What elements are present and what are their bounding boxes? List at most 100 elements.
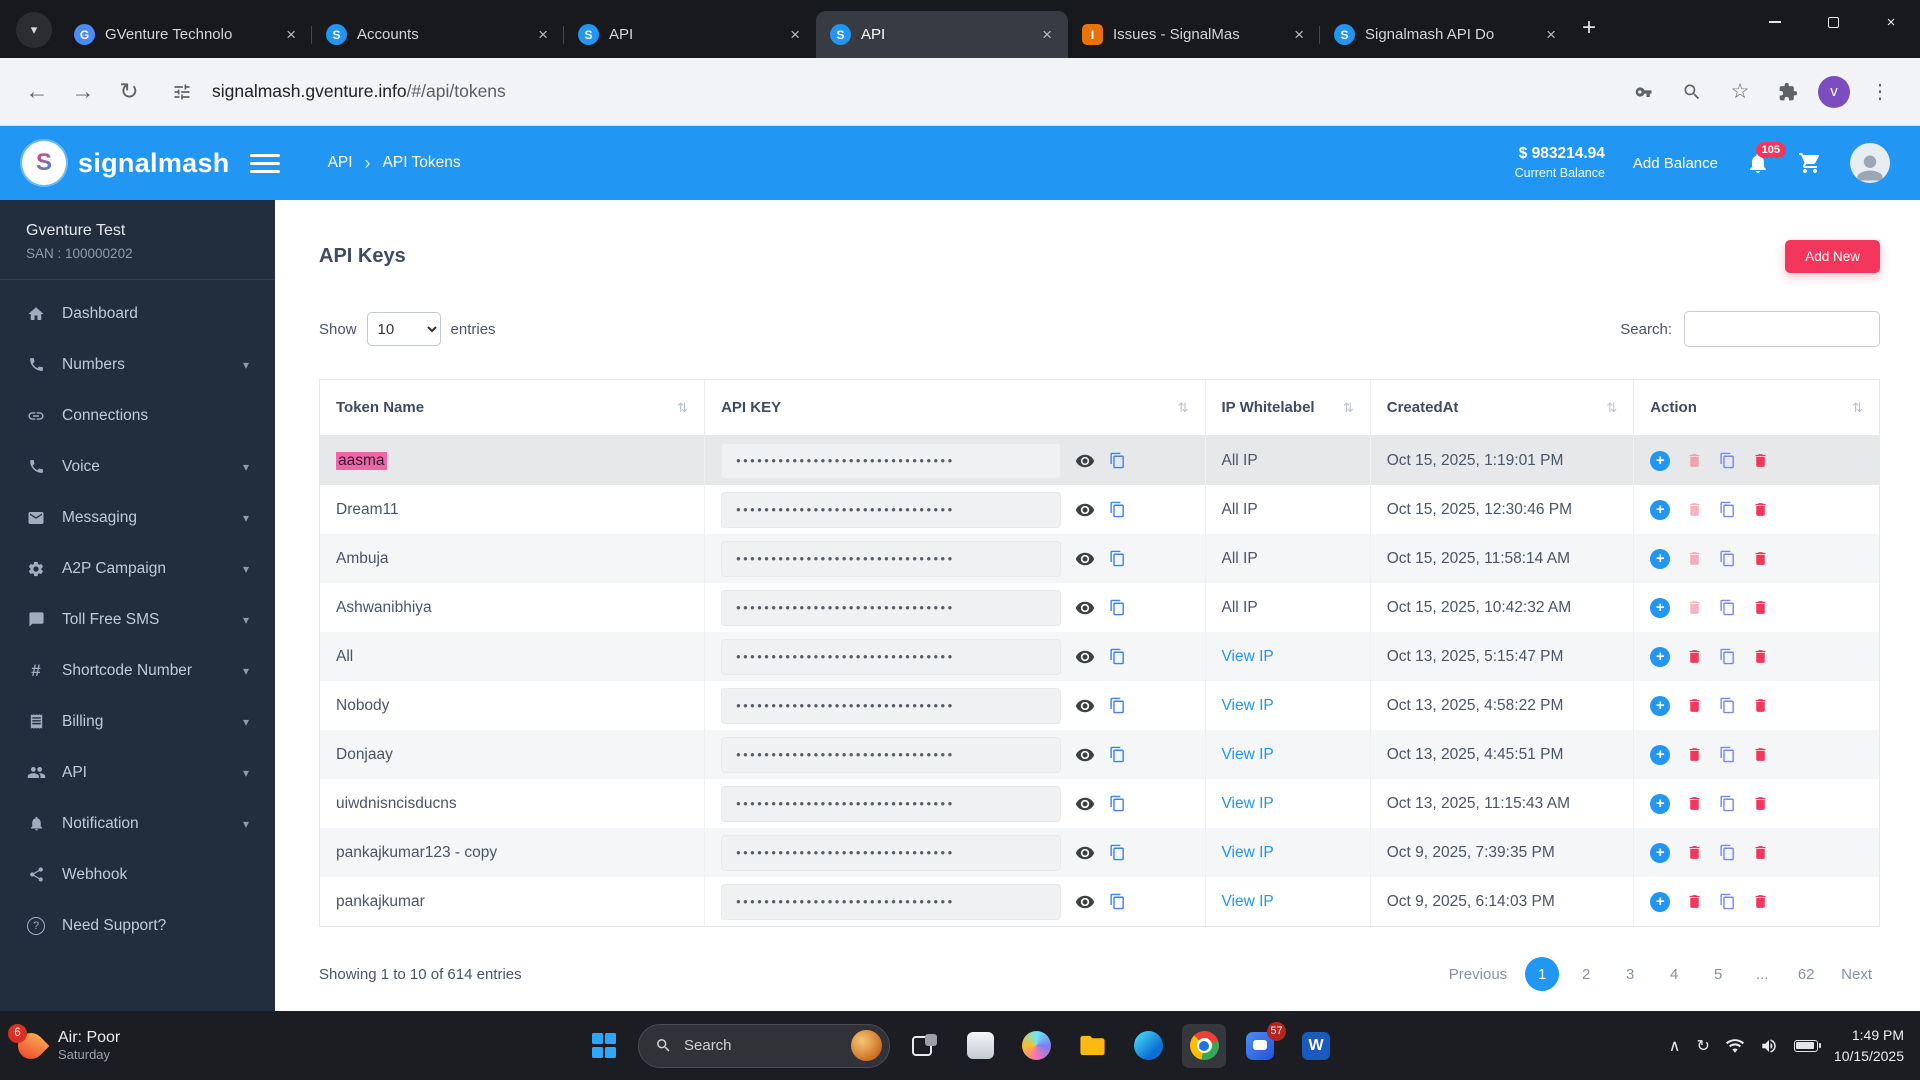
browser-profile-avatar[interactable]: v — [1818, 75, 1850, 108]
duplicate-icon[interactable] — [1719, 795, 1736, 812]
delete-icon[interactable] — [1752, 452, 1769, 469]
tab-close-icon[interactable]: × — [788, 25, 802, 45]
page-button-1[interactable]: 1 — [1525, 957, 1560, 991]
sort-icon[interactable]: ⇅ — [677, 400, 688, 416]
sidebar-item-a2p-campaign[interactable]: A2P Campaign ▾ — [0, 543, 275, 594]
delete-icon[interactable] — [1686, 795, 1703, 812]
user-avatar[interactable] — [1850, 143, 1890, 183]
delete-icon[interactable] — [1686, 844, 1703, 861]
delete-icon[interactable] — [1752, 844, 1769, 861]
copy-key-icon[interactable] — [1109, 795, 1126, 812]
column-header-api-key[interactable]: API KEY ⇅ — [705, 380, 1206, 436]
forward-button[interactable]: → — [62, 71, 104, 113]
tray-chevron-up-icon[interactable]: ∧ — [1669, 1036, 1681, 1056]
start-button[interactable] — [582, 1024, 626, 1068]
sidebar-item-need-support[interactable]: ? Need Support? — [0, 900, 275, 951]
reveal-key-icon[interactable] — [1075, 549, 1095, 569]
update-icon[interactable]: ↻ — [1697, 1036, 1710, 1056]
weather-widget[interactable]: 6 Air: Poor Saturday — [8, 1023, 120, 1064]
reveal-key-icon[interactable] — [1075, 745, 1095, 765]
sort-icon[interactable]: ⇅ — [1606, 400, 1617, 416]
cart-icon[interactable] — [1798, 151, 1822, 175]
delete-icon[interactable] — [1686, 501, 1703, 518]
close-button[interactable]: × — [1862, 0, 1920, 44]
add-action-icon[interactable]: + — [1650, 891, 1671, 912]
word-button[interactable]: W — [1294, 1024, 1338, 1068]
maximize-button[interactable] — [1804, 0, 1862, 44]
reveal-key-icon[interactable] — [1075, 892, 1095, 912]
delete-icon[interactable] — [1686, 452, 1703, 469]
delete-icon[interactable] — [1752, 648, 1769, 665]
back-button[interactable]: ← — [16, 71, 58, 113]
add-balance-link[interactable]: Add Balance — [1633, 155, 1718, 172]
delete-icon[interactable] — [1752, 697, 1769, 714]
copy-key-icon[interactable] — [1109, 648, 1126, 665]
reveal-key-icon[interactable] — [1075, 500, 1095, 520]
duplicate-icon[interactable] — [1719, 844, 1736, 861]
tab-search-button[interactable]: ▾ — [16, 12, 52, 48]
delete-icon[interactable] — [1686, 697, 1703, 714]
copy-key-icon[interactable] — [1109, 550, 1126, 567]
sidebar-item-notification[interactable]: Notification ▾ — [0, 798, 275, 849]
copy-key-icon[interactable] — [1109, 599, 1126, 616]
add-action-icon[interactable]: + — [1650, 744, 1671, 765]
search-zoom-icon[interactable] — [1672, 72, 1712, 112]
sidebar-item-api[interactable]: API ▾ — [0, 747, 275, 798]
reveal-key-icon[interactable] — [1075, 843, 1095, 863]
delete-icon[interactable] — [1752, 599, 1769, 616]
sidebar-item-messaging[interactable]: Messaging ▾ — [0, 492, 275, 543]
add-action-icon[interactable]: + — [1650, 695, 1671, 716]
sort-icon[interactable]: ⇅ — [1852, 400, 1863, 416]
extensions-puzzle-icon[interactable] — [1768, 72, 1808, 112]
page-button-62[interactable]: 62 — [1789, 957, 1823, 991]
browser-menu-icon[interactable]: ⋮ — [1860, 72, 1900, 112]
duplicate-icon[interactable] — [1719, 501, 1736, 518]
view-ip-link[interactable]: View IP — [1222, 746, 1274, 764]
taskbar-clock[interactable]: 1:49 PM 10/15/2025 — [1834, 1025, 1904, 1067]
column-header-action[interactable]: Action ⇅ — [1634, 380, 1879, 436]
address-bar[interactable]: signalmash.gventure.info/#/api/tokens — [154, 74, 1620, 110]
page-button-5[interactable]: 5 — [1701, 957, 1735, 991]
wifi-icon[interactable] — [1726, 1037, 1744, 1055]
taskbar-search-box[interactable]: Search — [638, 1023, 890, 1068]
view-ip-link[interactable]: View IP — [1222, 844, 1274, 862]
add-action-icon[interactable]: + — [1650, 499, 1671, 520]
add-action-icon[interactable]: + — [1650, 842, 1671, 863]
copy-key-icon[interactable] — [1109, 844, 1126, 861]
search-highlight-thumbnail[interactable] — [851, 1030, 882, 1061]
copy-key-icon[interactable] — [1109, 893, 1126, 910]
chrome-button[interactable] — [1182, 1023, 1226, 1068]
tab-close-icon[interactable]: × — [536, 25, 550, 45]
add-new-button[interactable]: Add New — [1785, 240, 1880, 273]
delete-icon[interactable] — [1752, 501, 1769, 518]
copy-key-icon[interactable] — [1109, 697, 1126, 714]
column-header-createdat[interactable]: CreatedAt ⇅ — [1370, 380, 1635, 436]
delete-icon[interactable] — [1686, 550, 1703, 567]
reveal-key-icon[interactable] — [1075, 598, 1095, 618]
delete-icon[interactable] — [1752, 893, 1769, 910]
browser-tab-2[interactable]: S Accounts × — [311, 11, 564, 58]
password-key-icon[interactable] — [1624, 72, 1664, 112]
duplicate-icon[interactable] — [1719, 697, 1736, 714]
view-ip-link[interactable]: View IP — [1222, 795, 1274, 813]
tab-close-icon[interactable]: × — [1040, 25, 1054, 45]
site-info-icon[interactable] — [164, 74, 200, 110]
sidebar-item-webhook[interactable]: Webhook — [0, 849, 275, 900]
duplicate-icon[interactable] — [1719, 550, 1736, 567]
file-explorer-button[interactable] — [1070, 1024, 1114, 1068]
column-header-token-name[interactable]: Token Name ⇅ — [320, 380, 706, 436]
delete-icon[interactable] — [1686, 599, 1703, 616]
reveal-key-icon[interactable] — [1075, 647, 1095, 667]
browser-tab-3[interactable]: S API × — [563, 11, 816, 58]
new-tab-button[interactable]: + — [1582, 14, 1596, 42]
tab-close-icon[interactable]: × — [284, 25, 298, 45]
sort-icon[interactable]: ⇅ — [1178, 400, 1189, 416]
delete-icon[interactable] — [1752, 550, 1769, 567]
copilot-button[interactable] — [1014, 1024, 1058, 1068]
volume-icon[interactable] — [1760, 1037, 1778, 1055]
browser-tab-6[interactable]: S Signalmash API Do × — [1319, 11, 1572, 58]
sidebar-item-shortcode-number[interactable]: # Shortcode Number ▾ — [0, 645, 275, 696]
delete-icon[interactable] — [1686, 746, 1703, 763]
previous-page-button[interactable]: Previous — [1441, 966, 1515, 983]
sidebar-item-connections[interactable]: Connections — [0, 390, 275, 441]
